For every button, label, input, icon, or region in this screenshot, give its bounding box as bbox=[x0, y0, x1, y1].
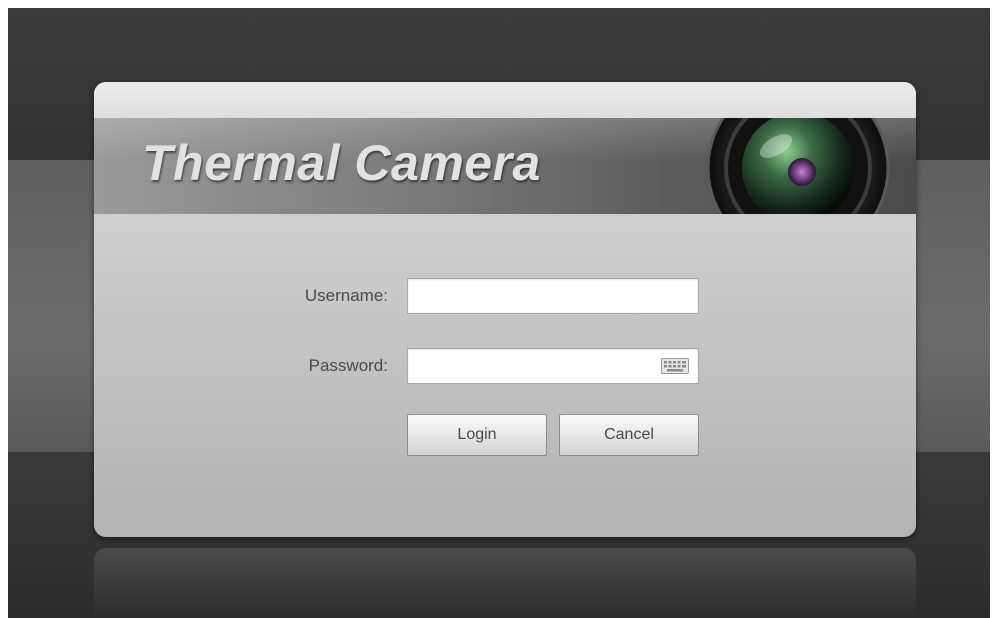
button-row: Login Cancel bbox=[94, 414, 916, 456]
cancel-button[interactable]: Cancel bbox=[559, 414, 699, 456]
panel-top-strip bbox=[94, 82, 916, 118]
virtual-keyboard-icon[interactable] bbox=[661, 358, 689, 374]
camera-lens-icon bbox=[706, 118, 890, 214]
username-row: Username: bbox=[94, 278, 916, 314]
username-input[interactable] bbox=[407, 278, 699, 314]
login-button[interactable]: Login bbox=[407, 414, 547, 456]
login-screen: Thermal Camera Username: Password: Login… bbox=[8, 8, 990, 618]
login-panel: Thermal Camera Username: Password: Login… bbox=[94, 82, 916, 537]
password-row: Password: bbox=[94, 348, 916, 384]
brand-title: Thermal Camera bbox=[142, 135, 541, 191]
password-label: Password: bbox=[308, 356, 388, 375]
panel-reflection bbox=[94, 548, 916, 618]
username-label: Username: bbox=[304, 286, 388, 305]
password-input[interactable] bbox=[407, 348, 699, 384]
brand-banner: Thermal Camera bbox=[94, 118, 916, 214]
